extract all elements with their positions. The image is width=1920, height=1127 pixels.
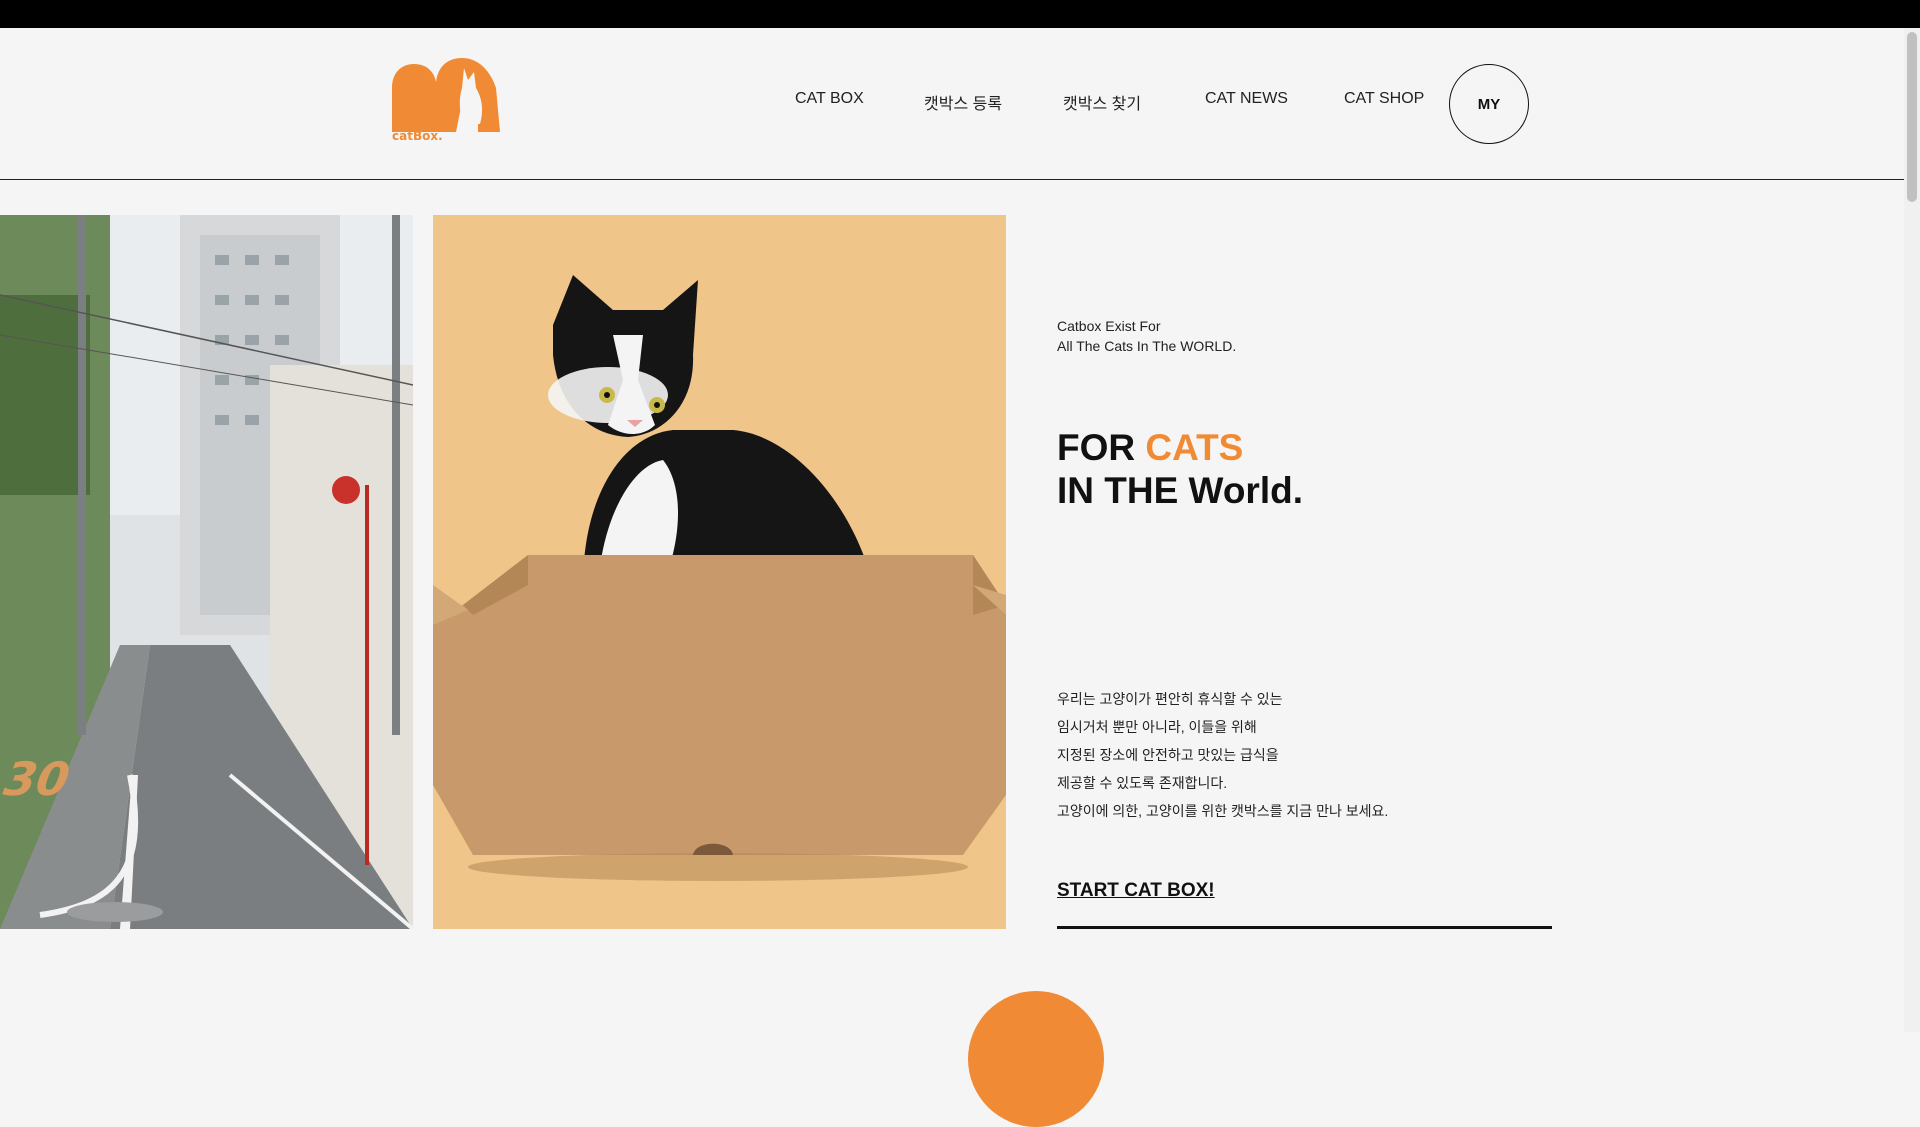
tagline-line-1: Catbox Exist For bbox=[1057, 318, 1161, 334]
nav-cat-news[interactable]: CAT NEWS bbox=[1205, 90, 1288, 108]
orange-circle-decoration bbox=[968, 991, 1104, 1127]
cat-in-box-photo bbox=[433, 215, 1006, 929]
nav-cat-box[interactable]: CAT BOX bbox=[795, 90, 864, 108]
browser-top-bar bbox=[0, 0, 1920, 28]
tagline-line-2: All The Cats In The WORLD. bbox=[1057, 338, 1237, 354]
scrollbar-thumb[interactable] bbox=[1907, 32, 1917, 202]
start-cat-box-link[interactable]: START CAT BOX! bbox=[1057, 880, 1215, 902]
headline-accent: CATS bbox=[1145, 427, 1244, 468]
headline-line-1: FOR CATS bbox=[1057, 426, 1303, 469]
hero-headline: FOR CATS IN THE World. bbox=[1057, 426, 1303, 512]
site-header: catBox. CAT BOX 캣박스 등록 캣박스 찾기 CAT NEWS C… bbox=[0, 28, 1904, 180]
hero-description: 우리는 고양이가 편안히 휴식할 수 있는 임시거처 뿐만 아니라, 이들을 위… bbox=[1057, 685, 1388, 825]
desc-line-4: 제공할 수 있도록 존재합니다. bbox=[1057, 775, 1228, 791]
headline-prefix: FOR bbox=[1057, 427, 1146, 468]
cta-underline bbox=[1057, 926, 1552, 929]
logo-text: catBox. bbox=[392, 129, 443, 143]
nav-cat-shop[interactable]: CAT SHOP bbox=[1344, 90, 1424, 108]
desc-line-1: 우리는 고양이가 편안히 휴식할 수 있는 bbox=[1057, 691, 1283, 707]
desc-line-3: 지정된 장소에 안전하고 맛있는 급식을 bbox=[1057, 747, 1279, 763]
nav-catbox-register[interactable]: 캣박스 등록 bbox=[924, 90, 1002, 114]
hero-tagline: Catbox Exist For All The Cats In The WOR… bbox=[1057, 316, 1236, 356]
nav-catbox-find[interactable]: 캣박스 찾기 bbox=[1063, 90, 1141, 114]
street-photo: 30 bbox=[0, 215, 413, 929]
my-page-button[interactable]: MY bbox=[1449, 64, 1529, 144]
headline-line-2: IN THE World. bbox=[1057, 470, 1303, 511]
scrollbar[interactable] bbox=[1904, 28, 1920, 1032]
desc-line-5: 고양이에 의한, 고양이를 위한 캣박스를 지금 만나 보세요. bbox=[1057, 803, 1389, 819]
desc-line-2: 임시거처 뿐만 아니라, 이들을 위해 bbox=[1057, 719, 1257, 735]
